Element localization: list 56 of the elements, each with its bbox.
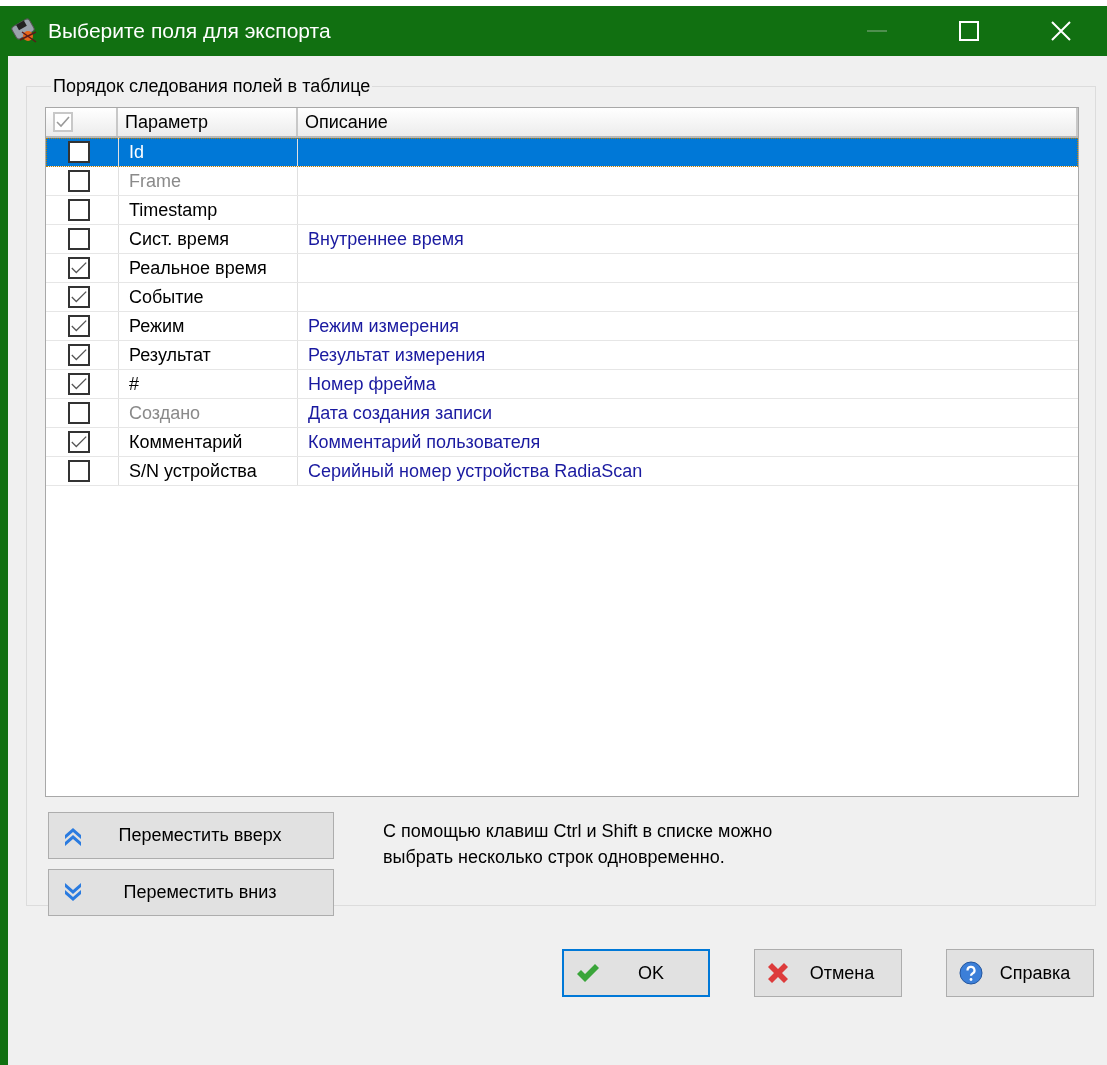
checkbox[interactable]	[68, 431, 90, 453]
move-down-button[interactable]: Переместить вниз	[48, 869, 334, 916]
parameter-name: Создано	[129, 402, 201, 424]
cancel-button[interactable]: Отмена	[754, 949, 902, 997]
checkmark-icon	[576, 963, 600, 983]
parameter-name: Реальное время	[129, 257, 267, 279]
move-up-button[interactable]: Переместить вверх	[48, 812, 334, 859]
checkbox[interactable]	[68, 257, 90, 279]
hint-text: С помощью клавиш Ctrl и Shift в списке можно выбрать несколько строк одновременно.	[383, 820, 774, 869]
parameter-name: Сист. время	[129, 228, 229, 250]
table-row[interactable]: Режим Режим измерения	[46, 312, 1078, 341]
parameter-name: Id	[129, 141, 144, 163]
close-icon	[1051, 21, 1071, 41]
table-row[interactable]: S/N устройства Серийный номер устройства RadiaScan	[46, 457, 1078, 486]
window-title: Выберите поля для экспорта	[48, 19, 331, 43]
checkbox[interactable]	[68, 373, 90, 395]
table-row[interactable]: Результат Результат измерения	[46, 341, 1078, 370]
checkbox[interactable]	[68, 315, 90, 337]
checkbox[interactable]	[68, 286, 90, 308]
cross-icon	[767, 962, 789, 984]
table-row[interactable]: Реальное время	[46, 254, 1078, 283]
ok-button[interactable]: OK	[562, 949, 710, 997]
parameter-description: Результат измерения	[308, 344, 486, 366]
parameter-description: Комментарий пользователя	[308, 431, 541, 453]
table-row[interactable]: # Номер фрейма	[46, 370, 1078, 399]
parameter-description: Внутреннее время	[308, 228, 464, 250]
table-row[interactable]: Timestamp	[46, 196, 1078, 225]
checkbox[interactable]	[68, 141, 90, 163]
parameter-name: Комментарий	[129, 431, 243, 453]
group-title: Порядок следования полей в таблице	[52, 76, 372, 97]
parameter-description: Номер фрейма	[308, 373, 436, 395]
parameter-name: Режим	[129, 315, 185, 337]
parameter-description: Серийный номер устройства RadiaScan	[308, 460, 643, 482]
minimize-icon	[867, 30, 887, 32]
checkbox[interactable]	[68, 228, 90, 250]
column-header[interactable]: Параметр	[118, 108, 298, 136]
checkbox[interactable]	[68, 460, 90, 482]
maximize-icon	[959, 21, 979, 41]
parameter-description: Режим измерения	[308, 315, 459, 337]
checkbox[interactable]	[68, 344, 90, 366]
column-header[interactable]: Описание	[298, 108, 1078, 136]
help-button[interactable]: Справка	[946, 949, 1094, 997]
parameter-description: Дата создания записи	[308, 402, 493, 424]
table-row[interactable]: Комментарий Комментарий пользователя	[46, 428, 1078, 457]
checkbox[interactable]	[68, 199, 90, 221]
table-row[interactable]: Событие	[46, 283, 1078, 312]
parameter-name: #	[129, 373, 139, 395]
parameter-name: Frame	[129, 170, 181, 192]
table-row[interactable]: Id	[46, 138, 1078, 167]
question-icon	[959, 961, 983, 985]
parameter-name: Результат	[129, 344, 211, 366]
parameter-name: Timestamp	[129, 199, 218, 221]
parameter-name: Событие	[129, 286, 204, 308]
parameter-name: S/N устройства	[129, 460, 257, 482]
double-chevron-down-icon	[63, 881, 83, 904]
table-row[interactable]: Сист. время Внутреннее время	[46, 225, 1078, 254]
